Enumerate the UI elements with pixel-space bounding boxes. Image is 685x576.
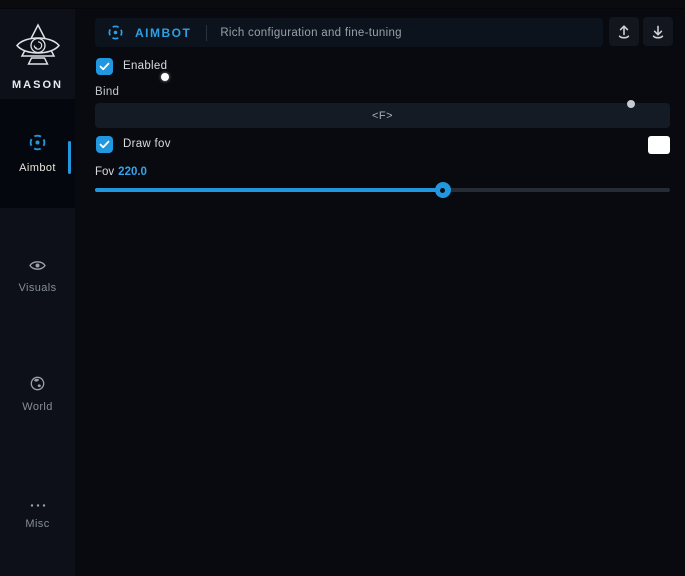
bind-key-value: <F> <box>372 110 393 122</box>
upload-config-button[interactable] <box>609 17 639 46</box>
enabled-checkbox[interactable] <box>96 58 113 75</box>
crosshair-icon <box>28 133 47 157</box>
bind-label: Bind <box>95 86 119 98</box>
ellipsis-icon <box>29 495 47 513</box>
window-top-strip <box>0 0 685 9</box>
page-subtitle: Rich configuration and fine-tuning <box>220 27 402 39</box>
sidebar-item-label: Visuals <box>18 282 56 294</box>
fov-label-row: Fov 220.0 <box>95 166 147 178</box>
fov-slider[interactable] <box>95 188 670 192</box>
draw-fov-label: Draw fov <box>123 138 171 150</box>
download-config-button[interactable] <box>643 17 673 46</box>
sidebar-item-visuals[interactable]: Visuals <box>0 254 75 298</box>
sidebar-item-label: World <box>22 401 53 413</box>
globe-icon <box>30 376 45 396</box>
logo: MASON <box>0 23 75 91</box>
upload-icon <box>615 23 633 41</box>
crosshair-icon <box>107 24 124 41</box>
mason-eye-pyramid-icon <box>15 23 61 74</box>
sidebar-item-label: Aimbot <box>19 162 56 174</box>
page-header: AIMBOT Rich configuration and fine-tunin… <box>95 18 603 47</box>
main-panel: AIMBOT Rich configuration and fine-tunin… <box>75 9 685 576</box>
page-title: AIMBOT <box>135 26 191 40</box>
enabled-label: Enabled <box>123 60 167 72</box>
fov-slider-thumb-hole <box>440 188 445 193</box>
bind-key-field[interactable]: <F> <box>95 103 670 128</box>
fov-slider-fill <box>95 188 443 192</box>
sidebar-item-label: Misc <box>25 518 49 530</box>
cursor-dot <box>161 73 169 81</box>
draw-fov-checkbox[interactable] <box>96 136 113 153</box>
app-window: MASON Aimbot Visuals <box>0 0 685 576</box>
fov-label: Fov <box>95 166 114 178</box>
sidebar-item-misc[interactable]: Misc <box>0 490 75 534</box>
bind-field-dot <box>627 100 635 108</box>
download-icon <box>649 23 667 41</box>
active-indicator <box>68 141 71 174</box>
logo-title: MASON <box>12 79 63 91</box>
fov-value: 220.0 <box>118 166 147 178</box>
check-icon <box>99 62 110 71</box>
draw-fov-color-swatch[interactable] <box>648 136 670 154</box>
header-divider <box>206 25 207 41</box>
sidebar-item-aimbot[interactable]: Aimbot <box>0 99 75 208</box>
fov-slider-thumb[interactable] <box>435 182 451 198</box>
eye-icon <box>29 259 46 277</box>
sidebar-item-world[interactable]: World <box>0 372 75 416</box>
sidebar: MASON Aimbot Visuals <box>0 9 75 576</box>
check-icon <box>99 140 110 149</box>
